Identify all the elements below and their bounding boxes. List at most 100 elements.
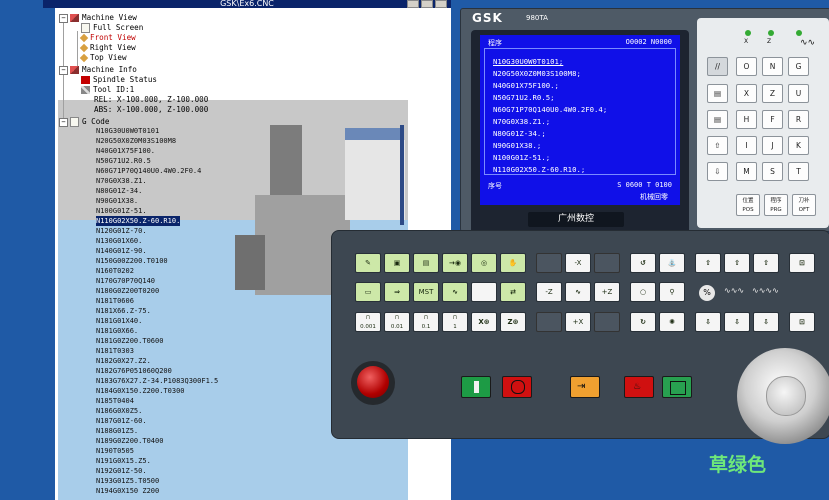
- dry-run-button[interactable]: ∿: [442, 282, 468, 302]
- spindle-stop-button[interactable]: ○: [630, 282, 656, 302]
- gcode-line[interactable]: N186G0X0Z5.: [96, 406, 142, 416]
- key-x[interactable]: X: [736, 84, 757, 103]
- jog-plus-x-button[interactable]: +X: [565, 312, 591, 332]
- gcode-line[interactable]: N140G01Z-90.: [96, 246, 147, 256]
- tree-right-view[interactable]: Right View: [79, 43, 136, 53]
- mdi-mode-button[interactable]: ▤: [413, 253, 439, 273]
- gcode-line[interactable]: N183G76X27.Z-34.P1083Q300F1.5: [96, 376, 218, 386]
- tree-top-view[interactable]: Top View: [79, 53, 127, 63]
- rapid-down-button[interactable]: ⇩: [695, 312, 721, 332]
- gcode-line[interactable]: N182G76P051060Q200: [96, 366, 172, 376]
- gcode-line[interactable]: N50G71U2.R0.5: [96, 156, 151, 166]
- cycle-start-button[interactable]: [461, 376, 491, 398]
- rapid-up-button[interactable]: ⇧: [695, 253, 721, 273]
- key-slash[interactable]: //: [707, 57, 728, 76]
- step-0-1-button[interactable]: ⊓ 0.1: [413, 312, 439, 332]
- collapse-icon[interactable]: −: [59, 117, 68, 127]
- gcode-line[interactable]: N90G01X38.: [96, 196, 138, 206]
- key-h[interactable]: H: [736, 110, 757, 129]
- z-handwheel-button[interactable]: Z⊛: [500, 312, 526, 332]
- gcode-line[interactable]: N181X66.Z-75.: [96, 306, 151, 316]
- step-0-001-button[interactable]: ⊓ 0.001: [355, 312, 381, 332]
- key-k[interactable]: K: [788, 136, 809, 155]
- tool-change-button[interactable]: ⚲: [659, 282, 685, 302]
- chuck-button[interactable]: ⊡: [789, 253, 815, 273]
- spindle-ccw-button[interactable]: ↺: [630, 253, 656, 273]
- gcode-line[interactable]: N20G50X0Z0M03S100M8: [96, 136, 176, 146]
- key-o[interactable]: O: [736, 57, 757, 76]
- minimize-button[interactable]: [407, 0, 419, 8]
- cycle-stop-button[interactable]: [502, 376, 532, 398]
- key-r[interactable]: R: [788, 110, 809, 129]
- gcode-line[interactable]: N150G00Z200.T0100: [96, 256, 168, 266]
- key-j[interactable]: J: [762, 136, 783, 155]
- gcode-line[interactable]: N190T0505: [96, 446, 134, 456]
- coolant-toggle-button[interactable]: ♨: [624, 376, 654, 398]
- blank-key[interactable]: [536, 253, 562, 273]
- gcode-line[interactable]: N130G01X60.: [96, 236, 142, 246]
- tree-spindle-status[interactable]: Spindle Status: [81, 75, 157, 85]
- jog-minus-z-button[interactable]: -Z: [536, 282, 562, 302]
- key-page-up[interactable]: ⇧: [707, 136, 728, 155]
- tree-tool-id[interactable]: Tool ID:1: [81, 85, 134, 95]
- gcode-line[interactable]: N70G0X38.Z1.: [96, 176, 147, 186]
- auto-mode-button[interactable]: ▣: [384, 253, 410, 273]
- gcode-line[interactable]: N10G30U0W0T0101: [96, 126, 159, 136]
- maximize-button[interactable]: [421, 0, 433, 8]
- rapid-traverse-button[interactable]: ∿: [565, 282, 591, 302]
- feed-up-button[interactable]: ⇧: [724, 253, 750, 273]
- gcode-line[interactable]: N100G01Z-51.: [96, 206, 147, 216]
- key-u[interactable]: U: [788, 84, 809, 103]
- key-insert[interactable]: ▤: [707, 110, 728, 129]
- gcode-line[interactable]: N193G01Z5.T0500: [96, 476, 159, 486]
- blank-key[interactable]: [594, 253, 620, 273]
- key-f[interactable]: F: [762, 110, 783, 129]
- step-0-01-button[interactable]: ⊓ 0.01: [384, 312, 410, 332]
- single-block-button[interactable]: ▭: [355, 282, 381, 302]
- gcode-line[interactable]: N194G0X150 Z200: [96, 486, 159, 496]
- x-handwheel-button[interactable]: X⊛: [471, 312, 497, 332]
- gcode-line[interactable]: N181G01X40.: [96, 316, 142, 326]
- key-t[interactable]: T: [788, 162, 809, 181]
- step-1-button[interactable]: ⊓ 1: [442, 312, 468, 332]
- feed-hold-button[interactable]: ⇥: [570, 376, 600, 398]
- collapse-icon[interactable]: −: [59, 13, 68, 23]
- blank-key[interactable]: [536, 312, 562, 332]
- gcode-line[interactable]: N191G0X15.Z5.: [96, 456, 151, 466]
- spindle-cw-button[interactable]: ↻: [630, 312, 656, 332]
- tree-front-view[interactable]: Front View: [79, 33, 136, 43]
- gcode-line[interactable]: N170G70P70Q140: [96, 276, 155, 286]
- machine-lock-button[interactable]: ⇄: [500, 282, 526, 302]
- lubrication-button[interactable]: [662, 376, 692, 398]
- gcode-line[interactable]: N187G01Z-60.: [96, 416, 147, 426]
- block-skip-button[interactable]: ⇒: [384, 282, 410, 302]
- key-s[interactable]: S: [762, 162, 783, 181]
- coolant-button[interactable]: ⛲: [659, 253, 685, 273]
- collapse-icon[interactable]: −: [59, 65, 68, 75]
- zero-return-button[interactable]: →◉: [442, 253, 468, 273]
- gcode-line[interactable]: N185T0404: [96, 396, 134, 406]
- key-g[interactable]: G: [788, 57, 809, 76]
- gcode-line[interactable]: N181T0606: [96, 296, 134, 306]
- tree-machine-view[interactable]: − Machine View: [59, 13, 137, 23]
- gcode-line[interactable]: N181G0Z200.T0600: [96, 336, 163, 346]
- spindle-jog-button[interactable]: ✺: [659, 312, 685, 332]
- spindle-down-button[interactable]: ⇩: [753, 312, 779, 332]
- gcode-line[interactable]: N182G0X27.Z2.: [96, 356, 151, 366]
- handwheel-knob[interactable]: [766, 376, 806, 416]
- key-z[interactable]: Z: [762, 84, 783, 103]
- gcode-line[interactable]: N181T0303: [96, 346, 134, 356]
- close-button[interactable]: [435, 0, 447, 8]
- gcode-line[interactable]: N188G01Z5.: [96, 426, 138, 436]
- gcode-line[interactable]: N120G01Z-70.: [96, 226, 147, 236]
- tailstock-button[interactable]: ⊡: [789, 312, 815, 332]
- gcode-line[interactable]: N192G01Z-50.: [96, 466, 147, 476]
- key-m[interactable]: M: [736, 162, 757, 181]
- gcode-line[interactable]: N160T0202: [96, 266, 134, 276]
- key-n[interactable]: N: [762, 57, 783, 76]
- gcode-line[interactable]: N189G0Z200.T0400: [96, 436, 163, 446]
- blank-white-key[interactable]: [471, 282, 497, 302]
- manual-mode-button[interactable]: ✋: [500, 253, 526, 273]
- emergency-stop-button[interactable]: [357, 366, 389, 398]
- mst-lock-button[interactable]: MST: [413, 282, 439, 302]
